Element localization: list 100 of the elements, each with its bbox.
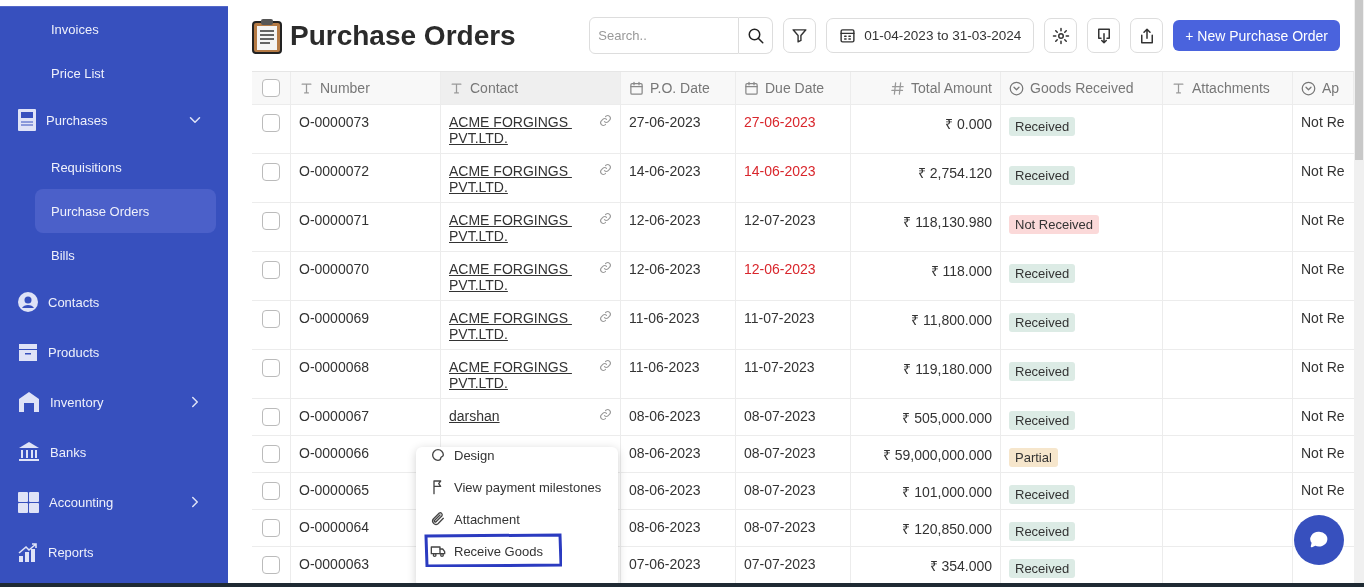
contact-link[interactable]: ACME FORGINGS PVT.LTD.	[449, 310, 572, 342]
total-amount: ₹ 505,000.000	[902, 409, 992, 427]
settings-button[interactable]	[1044, 18, 1078, 53]
sidebar-item[interactable]: Products	[0, 327, 228, 377]
sidebar-item[interactable]: Contacts	[0, 277, 228, 327]
row-checkbox[interactable]	[262, 408, 280, 426]
po-date: 12-06-2023	[629, 261, 701, 277]
column-header[interactable]: Goods Received	[1001, 72, 1163, 104]
menu-item[interactable]: Attachment	[430, 503, 618, 535]
sidebar-item[interactable]: Price List	[35, 51, 216, 95]
due-date: 11-07-2023	[744, 359, 815, 375]
contact-link[interactable]: ACME FORGINGS PVT.LTD.	[449, 359, 572, 391]
calendar-icon	[629, 80, 644, 96]
po-date: 11-06-2023	[629, 359, 700, 375]
approval-status: Not Re	[1301, 261, 1345, 277]
calendar-icon	[744, 80, 759, 96]
contact-link[interactable]: ACME FORGINGS PVT.LTD.	[449, 261, 572, 293]
contact-link[interactable]: ACME FORGINGS PVT.LTD.	[449, 114, 572, 146]
link-icon	[599, 163, 612, 176]
column-header[interactable]: Contact	[441, 72, 621, 104]
chevron-circle-icon	[1301, 80, 1316, 96]
goods-status-badge: Received	[1009, 411, 1076, 430]
contact-link[interactable]: ACME FORGINGS PVT.LTD.	[449, 212, 572, 244]
row-checkbox[interactable]	[262, 114, 280, 132]
due-date: 08-07-2023	[744, 408, 816, 424]
link-icon	[599, 310, 612, 323]
calendar-icon	[839, 27, 857, 44]
column-header[interactable]: Attachments	[1163, 72, 1293, 104]
share-button[interactable]	[1130, 18, 1164, 53]
sidebar-item[interactable]: Purchase Orders	[35, 189, 216, 233]
order-number: O-0000063	[299, 556, 370, 572]
approval-status: Not Re	[1301, 114, 1345, 130]
sidebar-item[interactable]: Purchases	[0, 95, 228, 145]
page-title: Purchase Orders	[290, 19, 517, 52]
row-checkbox[interactable]	[262, 310, 280, 328]
filter-icon	[791, 27, 809, 44]
row-checkbox[interactable]	[262, 359, 280, 377]
sidebar-item[interactable]: Banks	[0, 427, 228, 477]
menu-item[interactable]: Receive Goods	[430, 535, 618, 567]
row-checkbox[interactable]	[262, 261, 280, 279]
date-range-button[interactable]: 01-04-2023 to 31-03-2024	[826, 18, 1035, 53]
approval-status: Not Re	[1301, 359, 1345, 375]
po-date: 11-06-2023	[629, 310, 700, 326]
po-date: 08-06-2023	[629, 408, 701, 424]
order-number: O-0000066	[299, 445, 370, 461]
link-icon	[599, 212, 612, 225]
scrollbar-thumb[interactable]	[1355, 0, 1363, 160]
text-type-icon	[449, 80, 464, 96]
column-header[interactable]: P.O. Date	[621, 72, 736, 104]
new-purchase-order-button[interactable]: + New Purchase Order	[1173, 20, 1340, 51]
sidebar-item[interactable]: Reports	[0, 527, 228, 577]
row-checkbox[interactable]	[262, 163, 280, 181]
po-date: 14-06-2023	[629, 163, 701, 179]
goods-status-badge: Received	[1009, 522, 1076, 541]
row-checkbox[interactable]	[262, 482, 280, 500]
order-number: O-0000072	[299, 163, 370, 179]
row-checkbox[interactable]	[262, 212, 280, 230]
total-amount: ₹ 11,800.000	[911, 311, 992, 329]
contact-link[interactable]: darshan	[449, 408, 500, 424]
goods-status-badge: Received	[1009, 166, 1076, 185]
search-field[interactable]: Search..	[589, 17, 740, 54]
download-button[interactable]	[1087, 18, 1121, 53]
chevron-circle-icon	[1009, 80, 1024, 96]
due-date: 07-07-2023	[744, 556, 816, 572]
goods-status-badge: Partial	[1009, 448, 1058, 467]
due-date: 08-07-2023	[744, 519, 816, 535]
row-checkbox[interactable]	[262, 445, 280, 463]
contact-link[interactable]: ACME FORGINGS PVT.LTD.	[449, 163, 572, 195]
approval-status: Not Re	[1301, 445, 1345, 461]
goods-status-badge: Received	[1009, 559, 1076, 578]
menu-item[interactable]: Design	[430, 447, 618, 471]
clipboard-icon	[252, 17, 282, 54]
sidebar-item[interactable]: Requisitions	[35, 145, 216, 189]
text-type-icon	[1171, 80, 1186, 96]
row-checkbox[interactable]	[262, 519, 280, 537]
hash-icon	[890, 80, 906, 96]
link-icon	[599, 261, 612, 274]
growth-chart-icon	[18, 542, 38, 562]
menu-item[interactable]: View payment milestones	[430, 471, 618, 503]
column-header[interactable]: Total Amount	[851, 72, 1001, 104]
sidebar-item[interactable]: Bills	[35, 233, 216, 277]
link-icon	[599, 408, 612, 421]
total-amount: ₹ 0.000	[945, 115, 992, 133]
filter-button[interactable]	[783, 18, 817, 53]
approval-status: Not Re	[1301, 310, 1345, 326]
sidebar-item[interactable]: Accounting	[0, 477, 228, 527]
sidebar-item[interactable]: Invoices	[35, 7, 216, 51]
search-button[interactable]	[739, 17, 774, 54]
total-amount: ₹ 118,130.980	[903, 213, 992, 231]
order-number: O-0000064	[299, 519, 370, 535]
select-all-checkbox[interactable]	[262, 79, 280, 97]
approval-status: Not Re	[1301, 212, 1345, 228]
total-amount: ₹ 59,000,000.000	[882, 446, 992, 464]
due-date: 12-06-2023	[744, 261, 816, 277]
order-number: O-0000069	[299, 310, 370, 326]
sidebar-item[interactable]: Inventory	[0, 377, 228, 427]
row-checkbox[interactable]	[262, 556, 280, 574]
column-header[interactable]: Due Date	[736, 72, 851, 104]
goods-status-badge: Not Received	[1009, 215, 1100, 234]
order-number: O-0000071	[299, 212, 370, 228]
